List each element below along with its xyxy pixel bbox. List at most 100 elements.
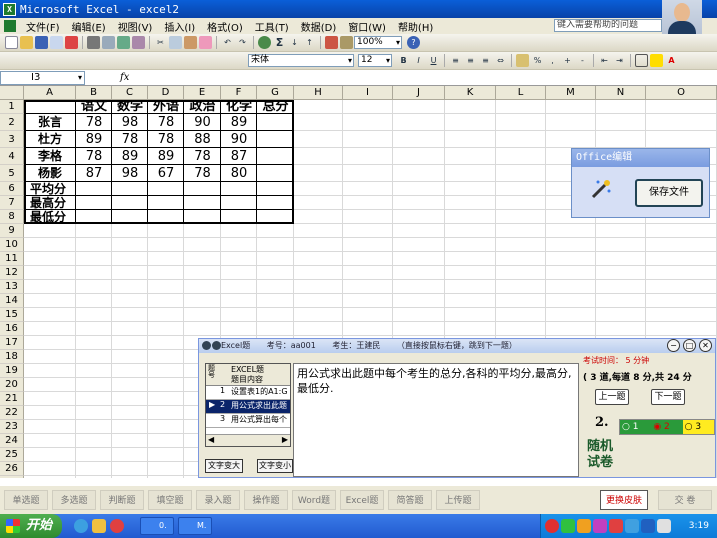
bold-icon[interactable]: B bbox=[397, 54, 410, 67]
menu-data[interactable]: 数据(D) bbox=[295, 19, 343, 34]
score-cell[interactable]: 87 bbox=[221, 148, 257, 165]
volume-icon[interactable] bbox=[657, 519, 671, 533]
row-header-15[interactable]: 15 bbox=[0, 308, 24, 322]
score-cell[interactable]: 88 bbox=[184, 131, 221, 148]
row-header-5[interactable]: 5 bbox=[0, 165, 24, 182]
question-row-1[interactable]: 1 设置表1的A1:G bbox=[206, 386, 290, 400]
row-header-2[interactable]: 2 bbox=[0, 114, 24, 131]
email-icon[interactable] bbox=[65, 36, 78, 49]
list-scrollbar[interactable]: ◀ ▶ bbox=[206, 434, 290, 446]
row-header-6[interactable]: 6 bbox=[0, 182, 24, 196]
column-header-h[interactable]: H bbox=[294, 86, 343, 100]
question-row-3[interactable]: 3 用公式算出每个 bbox=[206, 414, 290, 428]
row-header-26[interactable]: 26 bbox=[0, 462, 24, 476]
start-button[interactable]: 开始 bbox=[0, 514, 62, 538]
increase-indent-icon[interactable]: ⇥ bbox=[613, 54, 626, 67]
tray-icon-1[interactable] bbox=[545, 519, 559, 533]
print-icon[interactable] bbox=[87, 36, 100, 49]
menu-file[interactable]: 文件(F) bbox=[20, 19, 66, 34]
header-cell[interactable]: 政治 bbox=[184, 100, 221, 114]
row-header-23[interactable]: 23 bbox=[0, 420, 24, 434]
merge-center-icon[interactable]: ⇔ bbox=[494, 54, 507, 67]
question-row-2[interactable]: ▶ 2 用公式求出此题 bbox=[206, 400, 290, 414]
row-header-24[interactable]: 24 bbox=[0, 434, 24, 448]
score-cell[interactable]: 78 bbox=[184, 165, 221, 182]
new-icon[interactable] bbox=[5, 36, 18, 49]
spelling-icon[interactable] bbox=[117, 36, 130, 49]
pin-icon[interactable] bbox=[202, 341, 211, 350]
row-header-3[interactable]: 3 bbox=[0, 131, 24, 148]
minimize-button[interactable]: − bbox=[667, 339, 680, 352]
tray-icon-4[interactable] bbox=[593, 519, 607, 533]
align-right-icon[interactable]: ≡ bbox=[479, 54, 492, 67]
prev-question-button[interactable]: 上一题 bbox=[595, 389, 629, 405]
operation-button[interactable]: 操作题 bbox=[244, 490, 288, 510]
row-header-20[interactable]: 20 bbox=[0, 378, 24, 392]
column-header-e[interactable]: E bbox=[184, 86, 221, 100]
tray-icon-5[interactable] bbox=[609, 519, 623, 533]
align-left-icon[interactable]: ≡ bbox=[449, 54, 462, 67]
underline-icon[interactable]: U bbox=[427, 54, 440, 67]
maximize-button[interactable]: □ bbox=[683, 339, 696, 352]
column-header-i[interactable]: I bbox=[343, 86, 393, 100]
row-header-22[interactable]: 22 bbox=[0, 406, 24, 420]
save-file-button[interactable]: 保存文件 bbox=[635, 179, 703, 207]
row-header-16[interactable]: 16 bbox=[0, 322, 24, 336]
student-name-cell[interactable]: 杨影 bbox=[24, 165, 76, 182]
zoom-select[interactable]: 100% bbox=[354, 36, 402, 49]
preview-icon[interactable] bbox=[102, 36, 115, 49]
row-header-17[interactable]: 17 bbox=[0, 336, 24, 350]
align-center-icon[interactable]: ≡ bbox=[464, 54, 477, 67]
student-name-cell[interactable]: 李格 bbox=[24, 148, 76, 165]
student-name-cell[interactable]: 杜方 bbox=[24, 131, 76, 148]
summary-label-cell[interactable]: 平均分 bbox=[24, 182, 76, 196]
column-header-j[interactable]: J bbox=[393, 86, 445, 100]
font-name-select[interactable]: 宋体 bbox=[248, 54, 354, 67]
help-icon[interactable]: ? bbox=[407, 36, 420, 49]
scroll-left-icon[interactable]: ◀ bbox=[208, 435, 214, 444]
menu-format[interactable]: 格式(O) bbox=[201, 19, 249, 34]
upload-button[interactable]: 上传题 bbox=[436, 490, 480, 510]
column-header-o[interactable]: O bbox=[646, 86, 717, 100]
increase-decimal-icon[interactable]: + bbox=[561, 54, 574, 67]
score-cell[interactable]: 89 bbox=[76, 131, 112, 148]
ie-icon[interactable] bbox=[74, 519, 88, 533]
borders-icon[interactable] bbox=[635, 54, 648, 67]
text-larger-button[interactable]: 文字变大 bbox=[205, 459, 243, 473]
score-cell[interactable]: 98 bbox=[112, 165, 148, 182]
cut-icon[interactable]: ✂ bbox=[154, 36, 167, 49]
hyperlink-icon[interactable] bbox=[258, 36, 271, 49]
score-cell[interactable]: 78 bbox=[76, 114, 112, 131]
tray-icon-6[interactable] bbox=[625, 519, 639, 533]
true-false-button[interactable]: 判断题 bbox=[100, 490, 144, 510]
header-cell[interactable]: 化学 bbox=[221, 100, 257, 114]
drawing-icon[interactable] bbox=[340, 36, 353, 49]
paste-icon[interactable] bbox=[184, 36, 197, 49]
close-button[interactable]: ✕ bbox=[699, 339, 712, 352]
score-cell[interactable]: 78 bbox=[112, 131, 148, 148]
score-cell[interactable]: 90 bbox=[221, 131, 257, 148]
score-cell[interactable]: 90 bbox=[184, 114, 221, 131]
column-header-a[interactable]: A bbox=[24, 86, 76, 100]
tray-icon-2[interactable] bbox=[561, 519, 575, 533]
fx-icon[interactable]: fx bbox=[120, 72, 129, 83]
text-smaller-button[interactable]: 文字变小 bbox=[257, 459, 293, 473]
option-3-radio[interactable]: ○ 3 bbox=[682, 420, 714, 434]
header-cell[interactable]: 数学 bbox=[112, 100, 148, 114]
menu-view[interactable]: 视图(V) bbox=[112, 19, 159, 34]
column-header-b[interactable]: B bbox=[76, 86, 112, 100]
typing-button[interactable]: 录入题 bbox=[196, 490, 240, 510]
single-choice-button[interactable]: 单选题 bbox=[4, 490, 48, 510]
currency-icon[interactable] bbox=[516, 54, 529, 67]
change-skin-button[interactable]: 更换皮肤 bbox=[600, 490, 648, 510]
short-answer-button[interactable]: 简答题 bbox=[388, 490, 432, 510]
decrease-decimal-icon[interactable]: - bbox=[576, 54, 589, 67]
sort-desc-icon[interactable]: ↑ bbox=[303, 36, 316, 49]
menu-tools[interactable]: 工具(T) bbox=[249, 19, 295, 34]
chart-wizard-icon[interactable] bbox=[325, 36, 338, 49]
next-question-button[interactable]: 下一题 bbox=[651, 389, 685, 405]
row-header-18[interactable]: 18 bbox=[0, 350, 24, 364]
save-icon[interactable] bbox=[35, 36, 48, 49]
copy-icon[interactable] bbox=[169, 36, 182, 49]
tray-icon-7[interactable] bbox=[641, 519, 655, 533]
